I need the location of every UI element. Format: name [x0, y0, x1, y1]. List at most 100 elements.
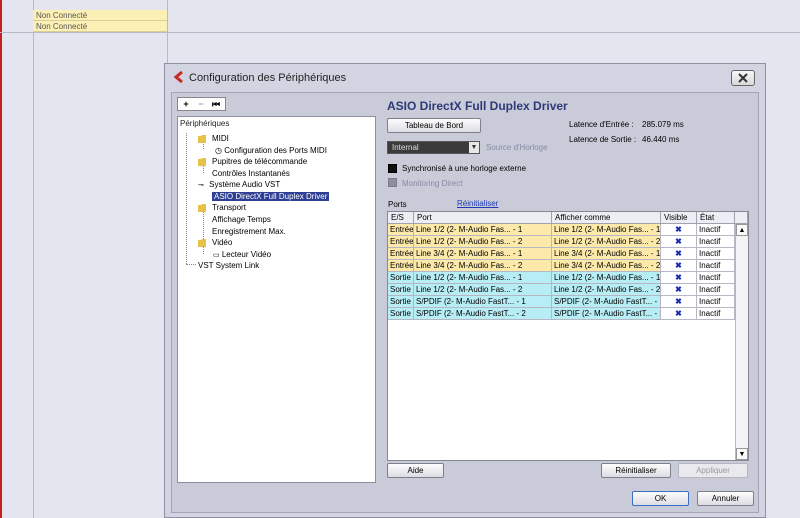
port-cell: Line 1/2 (2- M-Audio Fas... - 1: [414, 272, 552, 284]
state-cell: Inactif: [697, 248, 735, 260]
driver-title: ASIO DirectX Full Duplex Driver: [387, 99, 568, 113]
tree-item-vst-system-link[interactable]: VST System Link: [198, 261, 259, 271]
external-sync-checkbox[interactable]: [388, 164, 397, 173]
display-as-cell: Line 3/4 (2- M-Audio Fas... - 2: [552, 260, 661, 272]
tree-item-video-player[interactable]: ▭ Lecteur Vidéo: [213, 250, 271, 261]
status-cell: Non Connecté: [33, 10, 167, 21]
tree-item-remote-devices[interactable]: Pupitres de télécommande: [198, 157, 307, 167]
visible-cell[interactable]: ✖: [661, 236, 697, 248]
io-cell: Entrée: [388, 224, 414, 236]
port-cell: S/PDIF (2- M-Audio FastT... - 1: [414, 296, 552, 308]
port-cell: Line 1/2 (2- M-Audio Fas... - 2: [414, 236, 552, 248]
tree-item-quick-controls[interactable]: Contrôles Instantanés: [212, 169, 290, 179]
grid-row-line: [0, 32, 800, 33]
io-cell: Sortie: [388, 272, 414, 284]
state-cell: Inactif: [697, 224, 735, 236]
column-header-display-as[interactable]: Afficher comme: [552, 212, 661, 224]
display-as-cell: S/PDIF (2- M-Audio FastT... - 1: [552, 296, 661, 308]
midi-port-icon: ◷: [215, 146, 222, 155]
io-cell: Entrée: [388, 260, 414, 272]
input-latency-label: Latence d'Entrée :: [569, 120, 634, 129]
port-cell: Line 3/4 (2- M-Audio Fas... - 2: [414, 260, 552, 272]
tree-item-transport[interactable]: Transport: [198, 203, 246, 213]
video-player-icon: ▭: [213, 252, 220, 259]
clock-source-value: Internal: [392, 143, 419, 152]
table-scrollbar[interactable]: ▲ ▼: [735, 224, 748, 460]
remove-device-button[interactable]: −: [194, 98, 208, 110]
device-tree: Périphériques MIDI ◷ Configuration des P…: [177, 116, 376, 483]
close-button[interactable]: [731, 70, 755, 86]
reset-device-button[interactable]: ⏮: [209, 98, 223, 110]
folder-icon: [198, 239, 206, 247]
clock-source-select[interactable]: Internal ▼: [387, 141, 480, 154]
tree-header: Périphériques: [180, 119, 230, 128]
direct-monitoring-checkbox[interactable]: [388, 178, 397, 187]
port-cell: Line 3/4 (2- M-Audio Fas... - 1: [414, 248, 552, 260]
control-panel-button[interactable]: Tableau de Bord: [387, 118, 481, 133]
visible-cell[interactable]: ✖: [661, 260, 697, 272]
scroll-up-icon[interactable]: ▲: [736, 224, 748, 236]
ports-table: E/S Port Afficher comme Visible État Ent…: [387, 211, 749, 461]
column-header-io[interactable]: E/S: [388, 212, 414, 224]
tree-item-time-display[interactable]: Affichage Temps: [212, 215, 271, 225]
input-latency-value: 285.079 ms: [642, 120, 684, 129]
tree-item-record-time-max[interactable]: Enregistrement Max.: [212, 227, 286, 237]
port-cell: Line 1/2 (2- M-Audio Fas... - 2: [414, 284, 552, 296]
io-cell: Entrée: [388, 248, 414, 260]
display-as-cell: Line 1/2 (2- M-Audio Fas... - 2: [552, 284, 661, 296]
tree-item-midi-ports[interactable]: ◷ Configuration des Ports MIDI: [215, 146, 327, 156]
tree-item-asio-driver[interactable]: ASIO DirectX Full Duplex Driver: [212, 192, 330, 202]
ok-button[interactable]: OK: [632, 491, 689, 506]
clock-source-label: Source d'Horloge: [486, 143, 548, 152]
add-device-button[interactable]: +: [179, 98, 193, 110]
device-setup-dialog: Configuration des Périphériques + − ⏮ Pé…: [164, 63, 766, 518]
dialog-title: Configuration des Périphériques: [189, 72, 347, 84]
help-button[interactable]: Aide: [387, 463, 444, 478]
visible-cell[interactable]: ✖: [661, 248, 697, 260]
grid-column-line: [33, 0, 34, 518]
display-as-cell: S/PDIF (2- M-Audio FastT... - 2: [552, 308, 661, 320]
audio-plug-icon: ⊸: [198, 182, 204, 189]
cancel-button[interactable]: Annuler: [697, 491, 754, 506]
folder-icon: [198, 204, 206, 212]
output-latency-value: 46.440 ms: [642, 135, 680, 144]
folder-icon: [198, 158, 206, 166]
state-cell: Inactif: [697, 284, 735, 296]
port-cell: Line 1/2 (2- M-Audio Fas... - 1: [414, 224, 552, 236]
column-header-visible[interactable]: Visible: [661, 212, 697, 224]
tree-item-vst-audio-system[interactable]: ⊸ Système Audio VST: [198, 180, 280, 191]
column-header-port[interactable]: Port: [414, 212, 552, 224]
io-cell: Sortie: [388, 284, 414, 296]
io-cell: Entrée: [388, 236, 414, 248]
track-boundary-line: [0, 0, 2, 518]
scroll-down-icon[interactable]: ▼: [736, 448, 748, 460]
reset-ports-link[interactable]: Réinitialiser: [457, 199, 498, 208]
chevron-down-icon[interactable]: ▼: [469, 142, 479, 153]
state-cell: Inactif: [697, 236, 735, 248]
ports-label: Ports: [388, 200, 407, 209]
display-as-cell: Line 1/2 (2- M-Audio Fas... - 1: [552, 272, 661, 284]
visible-cell[interactable]: ✖: [661, 272, 697, 284]
apply-button[interactable]: Appliquer: [678, 463, 748, 478]
visible-cell[interactable]: ✖: [661, 284, 697, 296]
tree-item-midi[interactable]: MIDI: [198, 134, 229, 144]
close-icon: [738, 73, 748, 83]
state-cell: Inactif: [697, 260, 735, 272]
folder-icon: [198, 135, 206, 143]
display-as-cell: Line 1/2 (2- M-Audio Fas... - 1: [552, 224, 661, 236]
display-as-cell: Line 3/4 (2- M-Audio Fas... - 1: [552, 248, 661, 260]
reset-button[interactable]: Réinitialiser: [601, 463, 671, 478]
visible-cell[interactable]: ✖: [661, 224, 697, 236]
tree-toolbar: + − ⏮: [177, 97, 226, 111]
state-cell: Inactif: [697, 296, 735, 308]
state-cell: Inactif: [697, 308, 735, 320]
dialog-title-bar[interactable]: Configuration des Périphériques: [165, 64, 765, 92]
output-latency-label: Latence de Sortie :: [569, 135, 637, 144]
display-as-cell: Line 1/2 (2- M-Audio Fas... - 2: [552, 236, 661, 248]
state-cell: Inactif: [697, 272, 735, 284]
column-header-state[interactable]: État: [697, 212, 735, 224]
visible-cell[interactable]: ✖: [661, 296, 697, 308]
visible-cell[interactable]: ✖: [661, 308, 697, 320]
tree-item-video[interactable]: Vidéo: [198, 238, 232, 248]
external-sync-label: Synchronisé à une horloge externe: [402, 164, 527, 173]
